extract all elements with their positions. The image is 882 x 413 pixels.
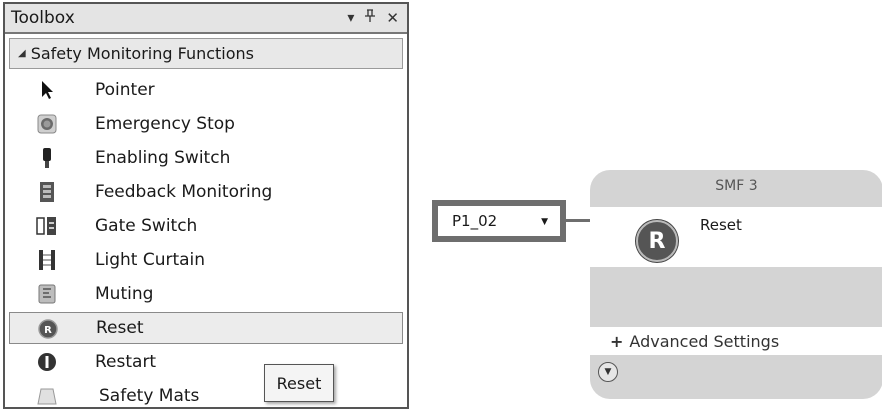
- feedback-monitoring-icon: [35, 180, 59, 204]
- toolbox-body: ◢ Safety Monitoring Functions Pointer Em…: [9, 38, 403, 407]
- reset-icon: R: [36, 317, 60, 341]
- close-icon[interactable]: ✕: [386, 9, 399, 27]
- plus-icon: +: [610, 331, 624, 351]
- advanced-settings-toggle[interactable]: + Advanced Settings: [590, 327, 882, 355]
- toolbox-item-label: Restart: [95, 352, 157, 372]
- toolbox-item-light-curtain[interactable]: Light Curtain: [9, 244, 403, 276]
- toolbox-item-label: Feedback Monitoring: [95, 182, 273, 202]
- toolbox-panel: Toolbox ▾ ✕ ◢ Safety Monitoring Function…: [3, 2, 409, 409]
- svg-text:R: R: [44, 325, 52, 336]
- input-block: P1_02 ▼: [432, 200, 566, 242]
- toolbox-item-reset[interactable]: R Reset: [9, 312, 403, 344]
- emergency-stop-icon: [35, 112, 59, 136]
- safety-mats-icon: [35, 384, 59, 408]
- toolbox-item-gate-switch[interactable]: Gate Switch: [9, 210, 403, 242]
- toolbox-item-enabling-switch[interactable]: Enabling Switch: [9, 142, 403, 174]
- toolbox-item-safety-mats[interactable]: Safety Mats: [9, 380, 403, 412]
- muting-icon: [35, 282, 59, 306]
- enabling-switch-icon: [35, 146, 59, 170]
- category-safety-monitoring-functions[interactable]: ◢ Safety Monitoring Functions: [9, 38, 403, 69]
- pin-icon[interactable]: [364, 9, 376, 27]
- toolbox-item-label: Enabling Switch: [95, 148, 231, 168]
- toolbox-item-emergency-stop[interactable]: Emergency Stop: [9, 108, 403, 140]
- smf-block[interactable]: SMF 3 R Reset + Advanced Settings ▼: [590, 170, 882, 399]
- toolbox-item-feedback-monitoring[interactable]: Feedback Monitoring: [9, 176, 403, 208]
- chevron-down-icon[interactable]: ▾: [347, 10, 354, 26]
- toolbox-item-label: Muting: [95, 284, 154, 304]
- light-curtain-icon: [35, 248, 59, 272]
- smf-label: Reset: [700, 216, 742, 234]
- toolbox-item-label: Emergency Stop: [95, 114, 235, 134]
- toolbox-item-label: Reset: [96, 318, 144, 338]
- input-select[interactable]: P1_02 ▼: [438, 206, 560, 236]
- toolbox-header: Toolbox ▾ ✕: [5, 4, 407, 34]
- advanced-settings-label: Advanced Settings: [629, 331, 780, 351]
- toolbox-item-pointer[interactable]: Pointer: [9, 74, 403, 106]
- toolbox-item-muting[interactable]: Muting: [9, 278, 403, 310]
- collapse-triangle-icon[interactable]: ◢: [18, 48, 26, 59]
- toolbox-item-label: Safety Mats: [99, 386, 200, 406]
- toolbox-item-label: Light Curtain: [95, 250, 206, 270]
- toolbox-item-label: Pointer: [95, 80, 155, 100]
- toolbox-item-label: Gate Switch: [95, 216, 198, 236]
- category-label: Safety Monitoring Functions: [30, 44, 255, 63]
- restart-icon: [35, 350, 59, 374]
- toolbox-item-restart[interactable]: Restart: [9, 346, 403, 378]
- input-select-value: P1_02: [452, 212, 498, 230]
- toolbox-title: Toolbox: [11, 8, 75, 28]
- gate-switch-icon: [35, 214, 59, 238]
- tooltip-reset: Reset: [264, 364, 334, 402]
- smf-body: R Reset: [590, 207, 882, 267]
- toolbox-controls: ▾ ✕: [347, 9, 407, 27]
- expand-chevron-icon[interactable]: ▼: [598, 362, 618, 382]
- pointer-icon: [35, 78, 59, 102]
- chevron-down-icon[interactable]: ▼: [541, 217, 548, 227]
- reset-icon: R: [636, 220, 678, 262]
- smf-title: SMF 3: [715, 178, 758, 194]
